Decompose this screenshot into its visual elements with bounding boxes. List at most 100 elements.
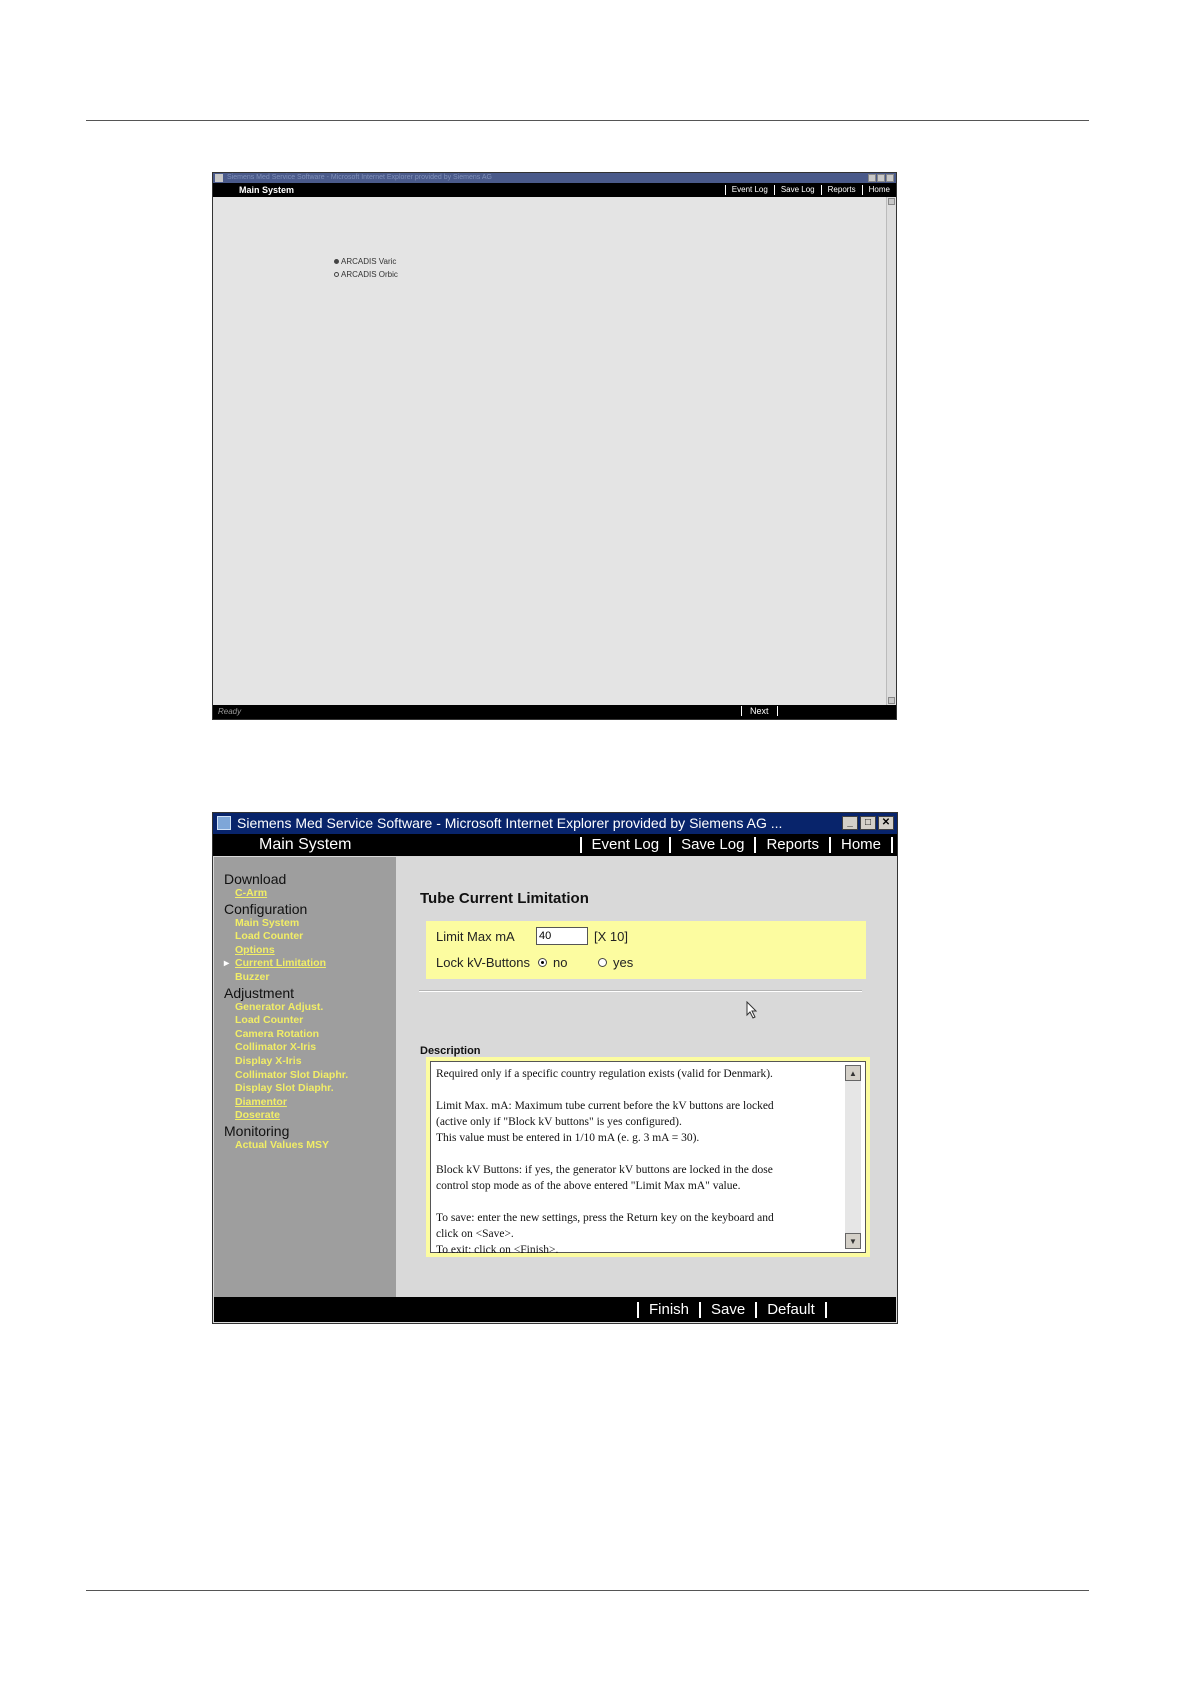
nav-bar: Main System Event Log Save Log Reports H… [213,183,896,197]
radio-selected-icon[interactable] [334,259,339,264]
nav-separator [741,706,742,716]
nav-separator [669,836,672,853]
sidebar-item-generator-adjust[interactable]: Generator Adjust. [224,1001,396,1015]
close-icon[interactable] [886,174,894,182]
nav-separator [579,836,582,853]
save-log-link[interactable]: Save Log [681,836,744,853]
minimize-icon[interactable]: _ [842,816,858,830]
reports-link[interactable]: Reports [766,836,819,853]
home-link[interactable]: Home [869,185,890,195]
settings-panel: Limit Max mA [X 10] Lock kV-Buttons no y… [426,921,866,979]
sidebar: Download C-Arm Configuration Main System… [214,857,396,1297]
main-panel: Tube Current Limitation Limit Max mA [X … [396,857,896,1297]
radio-selected-icon[interactable] [538,958,547,967]
limit-max-ma-input[interactable] [536,927,588,945]
description-frame: Required only if a specific country regu… [426,1057,870,1257]
close-icon[interactable]: ✕ [878,816,894,830]
sidebar-item-display-slot-diaphr[interactable]: Display Slot Diaphr. [224,1082,396,1096]
description-scrollbar[interactable]: ▲ ▼ [845,1065,861,1249]
nav-separator [755,1301,758,1318]
save-log-link[interactable]: Save Log [781,185,815,195]
description-text: Required only if a specific country regu… [436,1066,841,1258]
event-log-link[interactable]: Event Log [732,185,768,195]
sidebar-heading-download: Download [224,871,287,887]
default-button[interactable]: Default [767,1301,815,1318]
sidebar-item-load-counter[interactable]: Load Counter [224,930,396,944]
sidebar-item-collimator-x-iris[interactable]: Collimator X-Iris [224,1041,396,1055]
sidebar-item-buzzer[interactable]: Buzzer [224,971,396,985]
nav-separator [699,1301,702,1318]
nav-separator [773,185,775,195]
lock-no-label: no [553,955,568,970]
mouse-pointer-icon [746,1001,758,1019]
window-title: Siemens Med Service Software - Microsoft… [237,815,783,831]
nav-bar: Main System Event Log Save Log Reports H… [213,834,897,856]
ie-icon [217,816,231,830]
description-blank-line [436,1082,841,1098]
scroll-down-icon[interactable] [888,697,895,704]
lock-yes-radio[interactable]: yes [598,955,633,970]
title-bar: Siemens Med Service Software - Microsoft… [213,173,896,183]
description-line: To exit: click on <Finish>. [436,1244,559,1256]
nav-separator [824,1301,827,1318]
nav-separator [637,1301,639,1318]
content-area: ARCADIS Varic ARCADIS Orbic [213,197,886,705]
app-title: Main System [239,185,295,195]
nav-separator [724,185,726,195]
status-bar: Ready Next [213,705,896,719]
maximize-icon[interactable] [877,174,885,182]
app-title: Main System [259,836,352,853]
screenshot-main-system-selection: Siemens Med Service Software - Microsoft… [212,172,897,720]
scroll-up-icon[interactable] [888,198,895,205]
option-label: ARCADIS Orbic [341,270,398,279]
save-button[interactable]: Save [711,1301,745,1318]
sidebar-item-c-arm[interactable]: C-Arm [224,887,396,901]
minimize-icon[interactable] [868,174,876,182]
limit-max-ma-label: Limit Max mA [436,929,515,944]
radio-unselected-icon[interactable] [598,958,607,967]
description-blank-line [436,1194,841,1210]
option-arcadis-varic[interactable]: ARCADIS Varic [334,257,396,266]
footer-rule [86,1590,1089,1591]
sidebar-item-display-x-iris[interactable]: Display X-Iris [224,1055,396,1069]
description-line: Required only if a specific country regu… [436,1068,773,1080]
title-bar: Siemens Med Service Software - Microsoft… [213,813,897,834]
sidebar-item-load-counter-adj[interactable]: Load Counter [224,1014,396,1028]
status-text: Ready [218,707,242,716]
vertical-scrollbar[interactable] [886,197,896,705]
ie-icon [215,174,223,182]
description-line: control stop mode as of the above entere… [436,1180,741,1192]
divider [419,990,862,992]
description-title: Description [420,1045,481,1057]
sidebar-item-doserate[interactable]: Doserate [224,1109,396,1123]
description-line: Block kV Buttons: if yes, the generator … [436,1164,773,1176]
lock-no-radio[interactable]: no [538,955,567,970]
sidebar-item-collimator-slot-diaphr[interactable]: Collimator Slot Diaphr. [224,1069,396,1083]
nav-separator [828,836,831,853]
sidebar-item-diamentor[interactable]: Diamentor [224,1096,396,1110]
sidebar-item-main-system[interactable]: Main System [224,917,396,931]
nav-separator [820,185,822,195]
sidebar-heading-adjustment: Adjustment [224,984,295,1001]
finish-button[interactable]: Finish [649,1301,689,1318]
page-title: Tube Current Limitation [420,890,589,907]
scroll-up-icon[interactable]: ▲ [845,1065,861,1081]
event-log-link[interactable]: Event Log [592,836,660,853]
sidebar-item-camera-rotation[interactable]: Camera Rotation [224,1028,396,1042]
radio-unselected-icon[interactable] [334,272,339,277]
scroll-down-icon[interactable]: ▼ [845,1233,861,1249]
option-arcadis-orbic[interactable]: ARCADIS Orbic [334,270,398,279]
nav-separator [861,185,863,195]
sidebar-heading-monitoring: Monitoring [224,1122,290,1139]
description-box[interactable]: Required only if a specific country regu… [430,1061,866,1256]
home-link[interactable]: Home [841,836,881,853]
description-blank-line [436,1146,841,1162]
sidebar-item-current-limitation[interactable]: Current Limitation [224,957,396,971]
sidebar-item-options[interactable]: Options [224,944,396,958]
next-button[interactable]: Next [750,706,769,716]
maximize-icon[interactable]: □ [860,816,876,830]
lock-yes-label: yes [613,955,634,970]
reports-link[interactable]: Reports [828,185,856,195]
nav-separator [754,836,757,853]
sidebar-item-actual-values-msy[interactable]: Actual Values MSY [224,1139,396,1153]
